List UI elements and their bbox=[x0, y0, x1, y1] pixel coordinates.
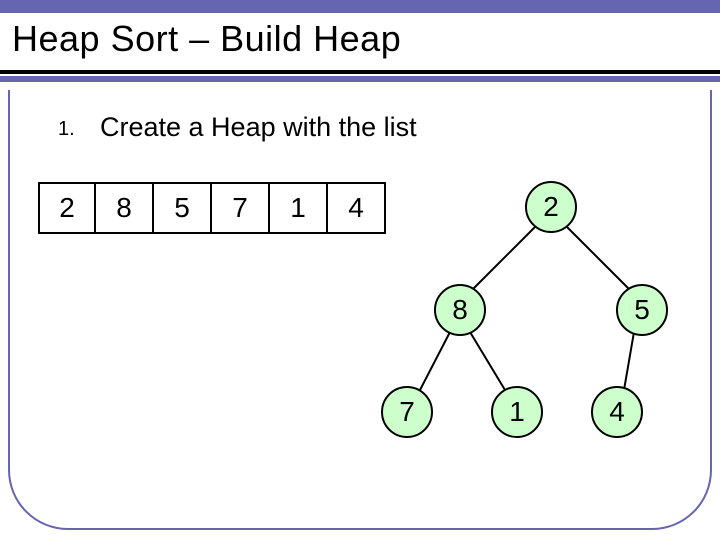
array-cell: 2 bbox=[38, 182, 96, 234]
input-array: 2 8 5 7 1 4 bbox=[38, 182, 386, 234]
content-frame bbox=[8, 90, 712, 530]
step-number: 1. bbox=[58, 118, 75, 141]
array-cell: 7 bbox=[212, 182, 270, 234]
tree-node-right: 5 bbox=[616, 284, 668, 336]
top-accent-band bbox=[0, 0, 720, 13]
tree-node-rl: 4 bbox=[591, 386, 643, 438]
array-cell: 1 bbox=[270, 182, 328, 234]
tree-node-left: 8 bbox=[434, 284, 486, 336]
tree-node-root: 2 bbox=[525, 181, 577, 233]
array-cell: 8 bbox=[96, 182, 154, 234]
step-text: Create a Heap with the list bbox=[100, 112, 417, 143]
tree-node-ll: 7 bbox=[381, 386, 433, 438]
array-cell: 4 bbox=[328, 182, 386, 234]
tree-node-lr: 1 bbox=[491, 386, 543, 438]
title-rule-black bbox=[0, 70, 720, 74]
array-cell: 5 bbox=[154, 182, 212, 234]
title-rule-accent bbox=[0, 76, 720, 82]
slide-title: Heap Sort – Build Heap bbox=[12, 18, 401, 60]
